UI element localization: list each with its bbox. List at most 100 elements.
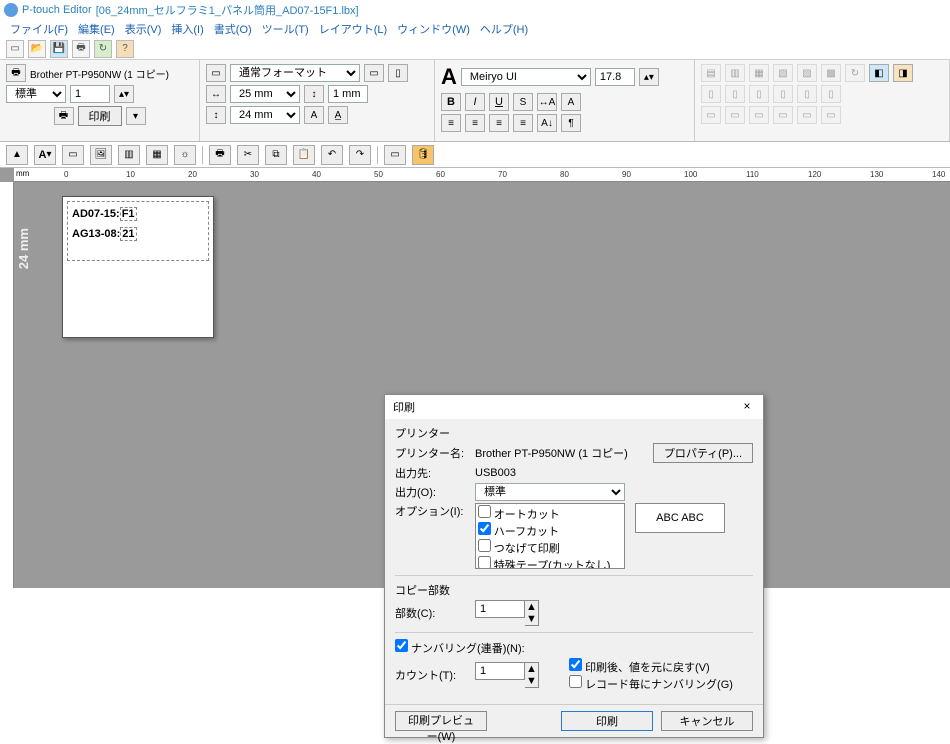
font-color-icon[interactable]: A: [561, 93, 581, 111]
undo-icon[interactable]: ↶: [321, 145, 343, 165]
properties-button[interactable]: プロパティ(P)...: [653, 443, 753, 463]
opt-special[interactable]: [478, 556, 491, 569]
opt-halfcut[interactable]: [478, 522, 491, 535]
align-center-icon[interactable]: ≡: [465, 114, 485, 132]
dist1-icon[interactable]: ▯: [701, 85, 721, 103]
count-value[interactable]: [475, 662, 525, 680]
align6-icon[interactable]: ▩: [821, 64, 841, 82]
strike-icon[interactable]: S: [513, 93, 533, 111]
cancel-button[interactable]: キャンセル: [661, 711, 753, 731]
align4-icon[interactable]: ▧: [773, 64, 793, 82]
preview-button[interactable]: 印刷プレビュー(W): [395, 711, 487, 731]
dialog-print-button[interactable]: 印刷: [561, 711, 653, 731]
font-size-input[interactable]: [595, 68, 635, 86]
numbering-check[interactable]: ナンバリング(連番)(N):: [395, 639, 525, 656]
align-just-icon[interactable]: ≡: [513, 114, 533, 132]
canvas-area[interactable]: mm 0102030405060708090100110120130140 24…: [0, 168, 950, 588]
spinner-icon[interactable]: ▴▾: [114, 85, 134, 103]
print-icon[interactable]: 🖶: [72, 40, 90, 58]
new-icon[interactable]: ▭: [6, 40, 24, 58]
menu-help[interactable]: ヘルプ(H): [476, 21, 532, 37]
save-icon[interactable]: 💾: [50, 40, 68, 58]
paste-icon[interactable]: 📋: [293, 145, 315, 165]
ungroup-icon[interactable]: ▭: [821, 106, 841, 124]
format-mode-select[interactable]: 通常フォーマット: [230, 64, 360, 82]
italic-icon[interactable]: I: [465, 93, 485, 111]
margin-input[interactable]: [328, 85, 368, 103]
print-small-icon[interactable]: 🖶: [54, 107, 74, 125]
copies-input[interactable]: [70, 85, 110, 103]
text-frame-icon[interactable]: A: [304, 106, 324, 124]
menu-window[interactable]: ウィンドウ(W): [393, 21, 474, 37]
count-spinner[interactable]: ▲▼: [475, 662, 539, 688]
orient-h-icon[interactable]: ▭: [364, 64, 384, 82]
help-icon[interactable]: ?: [116, 40, 134, 58]
snap2-icon[interactable]: ◨: [893, 64, 913, 82]
opt-autocut[interactable]: [478, 505, 491, 518]
font-select[interactable]: Meiryo UI: [461, 68, 591, 86]
bold-icon[interactable]: B: [441, 93, 461, 111]
symbol-icon[interactable]: ☼: [174, 145, 196, 165]
close-icon[interactable]: ×: [739, 399, 755, 415]
dist5-icon[interactable]: ▯: [797, 85, 817, 103]
label-line2-b[interactable]: 21: [120, 227, 136, 241]
cut-icon[interactable]: ✂: [237, 145, 259, 165]
redo-icon[interactable]: ↷: [349, 145, 371, 165]
barcode-icon[interactable]: ▥: [118, 145, 140, 165]
dist3-icon[interactable]: ▯: [749, 85, 769, 103]
size-spinner-icon[interactable]: ▴▾: [639, 68, 659, 86]
open-icon[interactable]: 📂: [28, 40, 46, 58]
menu-format[interactable]: 書式(O): [210, 21, 256, 37]
order4-icon[interactable]: ▭: [773, 106, 793, 124]
rotate-icon[interactable]: ↻: [845, 64, 865, 82]
height-select[interactable]: 24 mm: [230, 106, 300, 124]
align3-icon[interactable]: ▦: [749, 64, 769, 82]
copy-icon[interactable]: ⧉: [265, 145, 287, 165]
menu-view[interactable]: 表示(V): [121, 21, 166, 37]
align2-icon[interactable]: ▥: [725, 64, 745, 82]
frame-icon[interactable]: ▭: [62, 145, 84, 165]
table-icon[interactable]: ▦: [146, 145, 168, 165]
image-icon[interactable]: 🖼: [90, 145, 112, 165]
align-right-icon[interactable]: ≡: [489, 114, 509, 132]
vertical-text-icon[interactable]: A↓: [537, 114, 557, 132]
dist2-icon[interactable]: ▯: [725, 85, 745, 103]
label-line1-b[interactable]: F1: [120, 207, 137, 221]
print-dropdown-icon[interactable]: ▾: [126, 107, 146, 125]
options-listbox[interactable]: オートカット ハーフカット つなげて印刷 特殊テープ(カットなし) ミラー印刷: [475, 503, 625, 569]
group-icon[interactable]: ▭: [797, 106, 817, 124]
pointer-icon[interactable]: ▲: [6, 145, 28, 165]
orient-v-icon[interactable]: ▯: [388, 64, 408, 82]
width-select[interactable]: 25 mm: [230, 85, 300, 103]
menu-file[interactable]: ファイル(F): [6, 21, 72, 37]
dist6-icon[interactable]: ▯: [821, 85, 841, 103]
copies-value[interactable]: [475, 600, 525, 618]
dist4-icon[interactable]: ▯: [773, 85, 793, 103]
copies-spinner[interactable]: ▲▼: [475, 600, 539, 626]
text-frame2-icon[interactable]: A̲: [328, 106, 348, 124]
rtl-icon[interactable]: ¶: [561, 114, 581, 132]
order2-icon[interactable]: ▭: [725, 106, 745, 124]
order1-icon[interactable]: ▭: [701, 106, 721, 124]
database-icon[interactable]: 🛢: [412, 145, 434, 165]
print-button[interactable]: 印刷: [78, 106, 122, 126]
menu-edit[interactable]: 編集(E): [74, 21, 119, 37]
print2-icon[interactable]: 🖶: [209, 145, 231, 165]
refresh-icon[interactable]: ↻: [94, 40, 112, 58]
quality-select[interactable]: 標準: [6, 85, 66, 103]
zoom-icon[interactable]: ▭: [384, 145, 406, 165]
order3-icon[interactable]: ▭: [749, 106, 769, 124]
menu-layout[interactable]: レイアウト(L): [315, 21, 391, 37]
align-left-icon[interactable]: ≡: [441, 114, 461, 132]
opt-chain[interactable]: [478, 539, 491, 552]
label-preview[interactable]: AD07-15:F1 AG13-08:21: [62, 196, 214, 338]
spacing-icon[interactable]: ↔A: [537, 93, 557, 111]
align1-icon[interactable]: ▤: [701, 64, 721, 82]
menu-tool[interactable]: ツール(T): [258, 21, 313, 37]
align5-icon[interactable]: ▨: [797, 64, 817, 82]
reset-check[interactable]: 印刷後、値を元に戻す(V): [569, 662, 710, 674]
underline-icon[interactable]: U: [489, 93, 509, 111]
insert-text-icon[interactable]: A▾: [34, 145, 56, 165]
snap-icon[interactable]: ◧: [869, 64, 889, 82]
output-select[interactable]: 標準: [475, 483, 625, 501]
